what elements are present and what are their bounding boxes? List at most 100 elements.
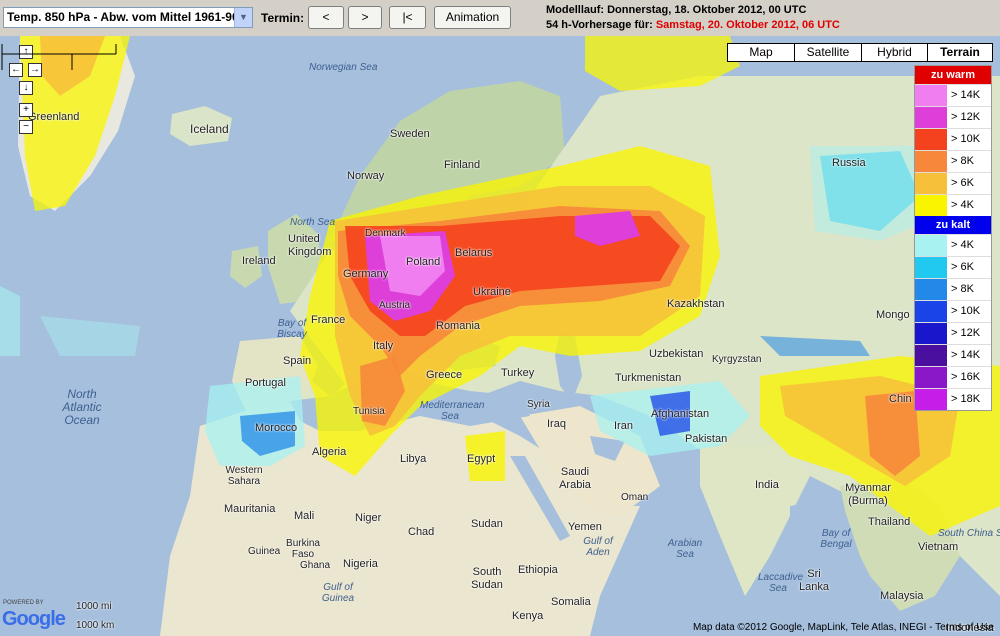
label-laccadive-sea: Laccadive Sea — [758, 572, 804, 594]
label-turkey: Turkey — [501, 367, 535, 379]
label-sudan: Sudan — [471, 518, 503, 530]
toolbar: Temp. 850 hPa - Abw. vom Mittel 1961-90 … — [0, 0, 1000, 36]
legend-warm-label: > 6K — [951, 177, 974, 189]
scale-bar — [1, 44, 117, 70]
label-bay-of-bengal: Bay of Bengal — [820, 528, 852, 550]
label-gulf-of-aden: Gulf of Aden — [583, 536, 613, 558]
legend-cold-label: > 4K — [951, 239, 974, 251]
label-south-china-sea: South China Sea — [938, 528, 1000, 539]
forecast-time: Samstag, 20. Oktober 2012, 06 UTC — [655, 19, 840, 31]
zoom-out-icon[interactable]: − — [19, 120, 33, 134]
anomaly-legend: zu warm > 14K > 12K > 10K > 8K > 6K > 4K zu k… — [914, 65, 992, 411]
legend-cold-row: > 16K — [915, 366, 991, 388]
next-button[interactable]: > — [348, 6, 382, 29]
label-italy: Italy — [373, 340, 394, 352]
label-kenya: Kenya — [512, 610, 544, 622]
label-vietnam: Vietnam — [918, 541, 959, 553]
label-turkmenistan: Turkmenistan — [615, 372, 682, 384]
legend-cold-swatch — [915, 301, 947, 322]
pan-down-icon[interactable]: ↓ — [19, 81, 33, 95]
label-russia: Russia — [832, 157, 866, 169]
legend-cold-label: > 12K — [951, 327, 981, 339]
label-yemen: Yemen — [568, 521, 602, 533]
legend-warm-row: > 4K — [915, 194, 991, 216]
scale-km: 1000 km — [76, 620, 115, 631]
legend-cold-label: > 8K — [951, 283, 974, 295]
label-sweden: Sweden — [390, 128, 430, 140]
label-libya: Libya — [400, 453, 427, 465]
legend-cold-rows: > 4K > 6K > 8K > 10K > 12K > 14K > 16K > 18K — [915, 234, 991, 410]
legend-cold-label: > 14K — [951, 349, 981, 361]
label-gulf-of-guinea: Gulf of Guinea — [321, 582, 355, 604]
label-iraq: Iraq — [547, 418, 566, 430]
google-logo[interactable]: Google — [2, 608, 66, 631]
forecast-text: 54 h-Vorhersage für: Samstag, 20. Oktobe… — [546, 19, 840, 31]
legend-cold-swatch — [915, 257, 947, 278]
legend-cold-row: > 8K — [915, 278, 991, 300]
powered-by-text: POWERED BY — [3, 600, 44, 606]
legend-cold-label: > 6K — [951, 261, 974, 273]
legend-warm-swatch — [915, 107, 947, 128]
label-north-atlantic-ocean: North Atlantic Ocean — [62, 387, 102, 427]
legend-warm-label: > 8K — [951, 155, 974, 167]
legend-warm-swatch — [915, 173, 947, 194]
legend-warm-row: > 6K — [915, 172, 991, 194]
label-egypt: Egypt — [467, 453, 496, 465]
label-myanmar: Myanmar (Burma) — [845, 482, 891, 507]
forecast-prefix: 54 h-Vorhersage für: — [546, 19, 656, 31]
label-united-kingdom: United Kingdom — [288, 233, 332, 258]
prev-button[interactable]: < — [308, 6, 344, 29]
label-north-sea: North Sea — [290, 217, 336, 228]
label-france: France — [311, 314, 346, 326]
label-kazakhstan: Kazakhstan — [667, 298, 725, 310]
label-oman: Oman — [621, 492, 649, 503]
legend-warm-title: zu warm — [915, 66, 991, 84]
label-finland: Finland — [444, 159, 481, 171]
chevron-down-icon[interactable]: ▼ — [234, 8, 252, 27]
animation-button[interactable]: Animation — [434, 6, 511, 29]
zoom-in-icon[interactable]: + — [19, 103, 33, 117]
label-portugal: Portugal — [245, 377, 286, 389]
label-mongolia: Mongo — [876, 309, 910, 321]
label-bay-of-biscay: Bay of Biscay — [277, 318, 307, 340]
anomaly-biscay-cyan — [40, 316, 140, 356]
maptype-map-button[interactable]: Map — [727, 43, 795, 62]
label-india: India — [755, 479, 779, 491]
map-canvas[interactable]: Norwegian Sea Iceland Greenland Sweden F… — [0, 36, 1000, 636]
legend-warm-swatch — [915, 195, 947, 216]
label-south-sudan: South Sudan — [471, 566, 503, 591]
first-button[interactable]: |< — [389, 6, 426, 29]
legend-cold-swatch — [915, 323, 947, 344]
label-western-sahara: Western Sahara — [225, 465, 263, 487]
parameter-select[interactable]: Temp. 850 hPa - Abw. vom Mittel 1961-90 … — [3, 7, 253, 28]
legend-cold-swatch — [915, 279, 947, 300]
label-iceland: Iceland — [190, 122, 229, 136]
label-spain: Spain — [283, 355, 312, 367]
label-afghanistan: Afghanistan — [651, 408, 710, 420]
label-pakistan: Pakistan — [685, 433, 728, 445]
maptype-satellite-button[interactable]: Satellite — [794, 43, 862, 62]
legend-warm-swatch — [915, 151, 947, 172]
legend-cold-row: > 12K — [915, 322, 991, 344]
legend-cold-row: > 4K — [915, 234, 991, 256]
label-morocco: Morocco — [255, 422, 298, 434]
legend-warm-row: > 10K — [915, 128, 991, 150]
legend-cold-label: > 18K — [951, 393, 981, 405]
legend-cold-row: > 6K — [915, 256, 991, 278]
label-denmark: Denmark — [365, 228, 406, 239]
label-ethiopia: Ethiopia — [518, 564, 558, 576]
label-greece: Greece — [426, 369, 463, 381]
maptype-terrain-button[interactable]: Terrain — [927, 43, 993, 62]
map-copyright: Map data ©2012 Google, MapLink, Tele Atl… — [692, 622, 994, 633]
land-ireland — [230, 246, 262, 288]
legend-warm-label: > 4K — [951, 199, 974, 211]
label-chad: Chad — [408, 526, 435, 538]
label-burkina-faso: Burkina Faso — [286, 538, 320, 560]
label-algeria: Algeria — [312, 446, 347, 458]
label-belarus: Belarus — [455, 247, 493, 259]
label-saudi-arabia: Saudi Arabia — [559, 466, 591, 491]
label-poland: Poland — [406, 256, 441, 268]
maptype-hybrid-button[interactable]: Hybrid — [861, 43, 928, 62]
label-somalia: Somalia — [551, 596, 591, 608]
label-niger: Niger — [355, 512, 382, 524]
